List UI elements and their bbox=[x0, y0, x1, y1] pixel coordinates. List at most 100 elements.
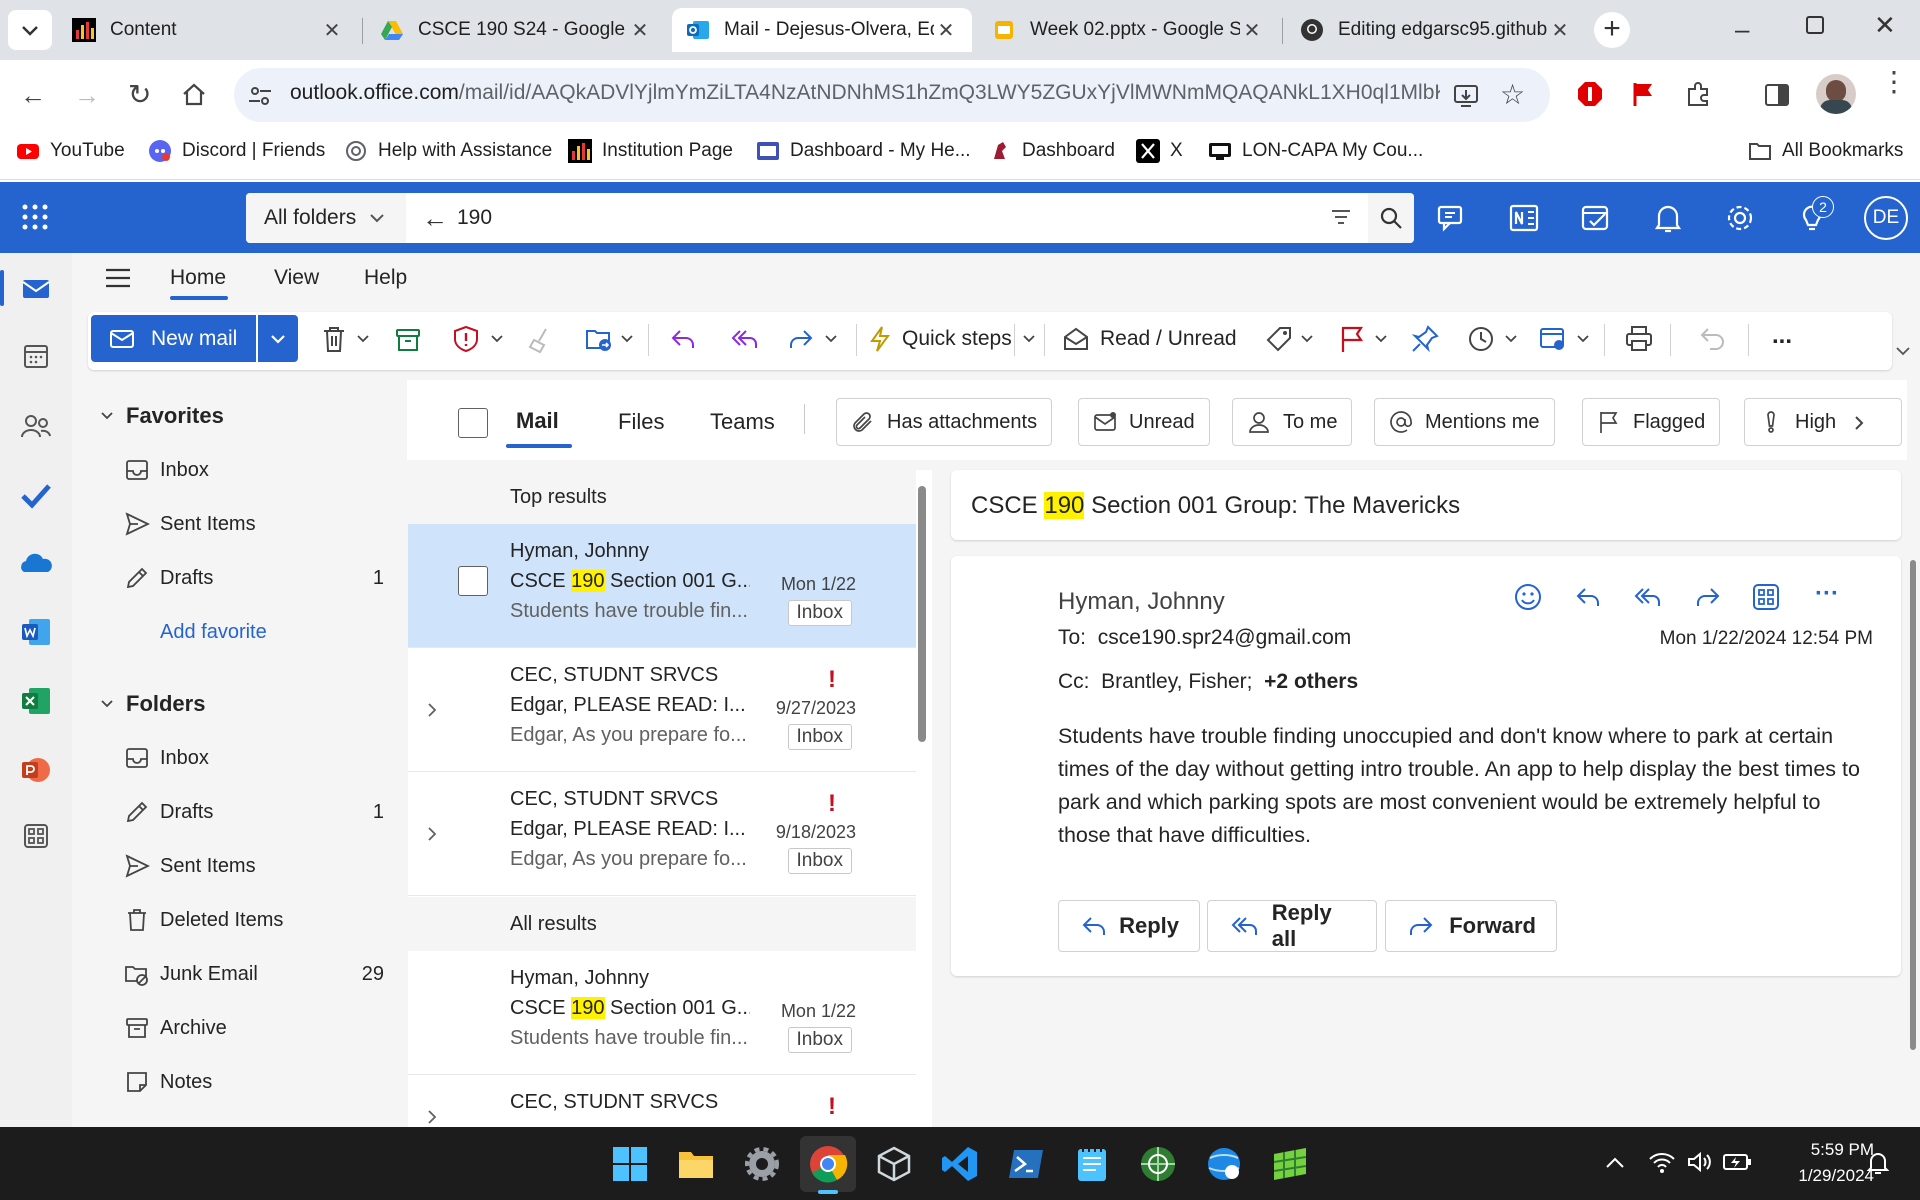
windows-start-icon[interactable] bbox=[610, 1144, 650, 1184]
account-avatar[interactable]: DE bbox=[1864, 196, 1908, 240]
settings-gear-icon[interactable] bbox=[1722, 200, 1758, 236]
restore-window-icon[interactable] bbox=[1806, 16, 1824, 34]
filter-flagged[interactable]: Flagged bbox=[1582, 398, 1721, 446]
reply-icon[interactable] bbox=[1573, 582, 1603, 612]
select-all-checkbox[interactable] bbox=[458, 408, 488, 438]
close-tab-icon[interactable]: ✕ bbox=[1240, 18, 1264, 43]
tab-help[interactable]: Help bbox=[364, 266, 407, 290]
more-options-button[interactable]: ... bbox=[1772, 322, 1792, 350]
install-app-icon[interactable] bbox=[1452, 82, 1480, 110]
browser-tab[interactable]: Week 02.pptx - Google Sl ✕ bbox=[978, 8, 1278, 52]
browser-tab[interactable]: CSCE 190 S24 - Google Dr ✕ bbox=[366, 8, 666, 52]
list-scrollbar[interactable] bbox=[918, 486, 926, 742]
pin-icon[interactable] bbox=[1410, 324, 1440, 354]
chevron-down-icon[interactable] bbox=[490, 332, 504, 346]
delete-icon[interactable] bbox=[320, 324, 348, 354]
search-input[interactable]: 190 bbox=[457, 206, 492, 230]
site-info-icon[interactable] bbox=[246, 82, 274, 110]
vscode-icon[interactable] bbox=[940, 1144, 980, 1184]
forward-icon[interactable] bbox=[786, 324, 816, 354]
search-button[interactable] bbox=[1368, 193, 1414, 243]
close-tab-icon[interactable]: ✕ bbox=[934, 18, 958, 43]
archive-icon[interactable] bbox=[394, 326, 422, 354]
cc-recipients[interactable]: Brantley, Fisher; bbox=[1101, 670, 1252, 693]
bookmark-youtube[interactable]: YouTube bbox=[16, 139, 125, 163]
sender-name[interactable]: Hyman, Johnny bbox=[1058, 588, 1225, 616]
move-to-icon[interactable] bbox=[584, 324, 614, 354]
tag-icon[interactable] bbox=[1264, 324, 1294, 354]
filter-high-importance[interactable]: High bbox=[1744, 398, 1902, 446]
search-back-icon[interactable]: ← bbox=[422, 203, 448, 234]
chevron-down-icon[interactable] bbox=[1576, 332, 1590, 346]
favorite-drafts[interactable]: Drafts 1 bbox=[124, 565, 384, 591]
message-row[interactable]: CEC, STUDNT SRVCS ! Edgar, PLEASE READ: … bbox=[408, 772, 916, 896]
add-favorite-link[interactable]: Add favorite bbox=[160, 621, 267, 644]
message-row[interactable]: CEC, STUDNT SRVCS ! bbox=[408, 1075, 916, 1127]
favorite-inbox[interactable]: Inbox bbox=[124, 457, 384, 483]
reply-all-icon[interactable] bbox=[1631, 582, 1663, 612]
folder-deleted-items[interactable]: Deleted Items bbox=[124, 907, 384, 933]
browser-menu-icon[interactable]: ⋮ bbox=[1880, 68, 1908, 96]
battery-charging-icon[interactable] bbox=[1722, 1152, 1752, 1172]
expand-thread-icon[interactable] bbox=[424, 1109, 440, 1125]
reply-all-icon[interactable] bbox=[728, 324, 760, 354]
bell-icon[interactable] bbox=[1650, 200, 1686, 236]
read-unread-button[interactable]: Read / Unread bbox=[1062, 322, 1237, 356]
side-panel-icon[interactable] bbox=[1764, 82, 1790, 108]
reply-button[interactable]: Reply bbox=[1058, 900, 1200, 952]
profile-avatar[interactable] bbox=[1816, 74, 1856, 114]
bookmark-discord[interactable]: Discord | Friends bbox=[148, 139, 325, 163]
new-mail-dropdown[interactable] bbox=[258, 315, 298, 362]
powershell-icon[interactable] bbox=[1006, 1144, 1046, 1184]
globe-app-icon[interactable] bbox=[1138, 1144, 1178, 1184]
back-icon[interactable]: ← bbox=[20, 80, 46, 111]
bookmark-help[interactable]: Help with Assistance bbox=[344, 139, 552, 163]
minimize-window-icon[interactable]: – bbox=[1735, 14, 1749, 45]
message-row[interactable]: Hyman, Johnny CSCE 190 Section 001 G... … bbox=[408, 524, 916, 648]
cc-more[interactable]: +2 others bbox=[1264, 670, 1358, 693]
ribbon-collapse-icon[interactable] bbox=[1894, 344, 1912, 358]
home-icon[interactable] bbox=[180, 80, 208, 108]
onenote-icon[interactable] bbox=[1506, 200, 1542, 236]
bookmark-star-icon[interactable]: ☆ bbox=[1500, 78, 1525, 111]
reload-icon[interactable]: ↻ bbox=[128, 78, 151, 111]
print-icon[interactable] bbox=[1624, 324, 1654, 354]
reply-icon[interactable] bbox=[668, 324, 698, 354]
chevron-down-icon[interactable] bbox=[1504, 332, 1518, 346]
close-tab-icon[interactable]: ✕ bbox=[1548, 18, 1572, 43]
filter-options-icon[interactable] bbox=[1330, 206, 1352, 228]
notepad-icon[interactable] bbox=[1072, 1144, 1112, 1184]
ie-globe-icon[interactable] bbox=[1204, 1144, 1244, 1184]
browser-tab-active[interactable]: Mail - Dejesus-Olvera, Ed ✕ bbox=[672, 8, 972, 52]
show-hidden-icons-icon[interactable] bbox=[1604, 1154, 1626, 1172]
extension-flag-icon[interactable] bbox=[1630, 80, 1658, 108]
folder-inbox[interactable]: Inbox bbox=[124, 745, 384, 771]
new-mail-button[interactable]: New mail bbox=[91, 315, 256, 362]
filter-tab-mail[interactable]: Mail bbox=[516, 408, 559, 434]
tab-view[interactable]: View bbox=[274, 266, 319, 290]
my-day-icon[interactable] bbox=[1578, 200, 1614, 236]
search-scope-dropdown[interactable]: All folders bbox=[246, 193, 406, 243]
clock-date[interactable]: 1/29/2024 bbox=[1764, 1166, 1874, 1186]
flag-icon[interactable] bbox=[1338, 324, 1366, 354]
to-address[interactable]: csce190.spr24@gmail.com bbox=[1098, 626, 1352, 649]
filter-unread[interactable]: Unread bbox=[1078, 398, 1210, 446]
notification-bell-icon[interactable] bbox=[1866, 1150, 1890, 1176]
chevron-down-icon[interactable] bbox=[824, 332, 838, 346]
message-row[interactable]: CEC, STUDNT SRVCS ! Edgar, PLEASE READ: … bbox=[408, 648, 916, 772]
virtualbox-cube-icon[interactable] bbox=[874, 1144, 914, 1184]
tab-home[interactable]: Home bbox=[170, 266, 226, 290]
folders-header[interactable]: Folders bbox=[100, 691, 205, 717]
reading-scrollbar[interactable] bbox=[1910, 560, 1916, 1050]
filter-tab-files[interactable]: Files bbox=[618, 409, 664, 435]
volume-icon[interactable] bbox=[1686, 1150, 1712, 1174]
todo-icon[interactable] bbox=[20, 479, 52, 511]
more-actions-icon[interactable]: ··· bbox=[1815, 580, 1839, 608]
sweep-icon[interactable] bbox=[526, 326, 554, 354]
teams-chat-icon[interactable] bbox=[1434, 200, 1470, 236]
quick-steps-button[interactable]: Quick steps bbox=[868, 322, 1012, 356]
rules-icon[interactable] bbox=[1538, 324, 1568, 354]
reply-all-button[interactable]: Reply all bbox=[1207, 900, 1377, 952]
more-apps-icon[interactable] bbox=[22, 822, 50, 850]
clock-time[interactable]: 5:59 PM bbox=[1764, 1140, 1874, 1160]
